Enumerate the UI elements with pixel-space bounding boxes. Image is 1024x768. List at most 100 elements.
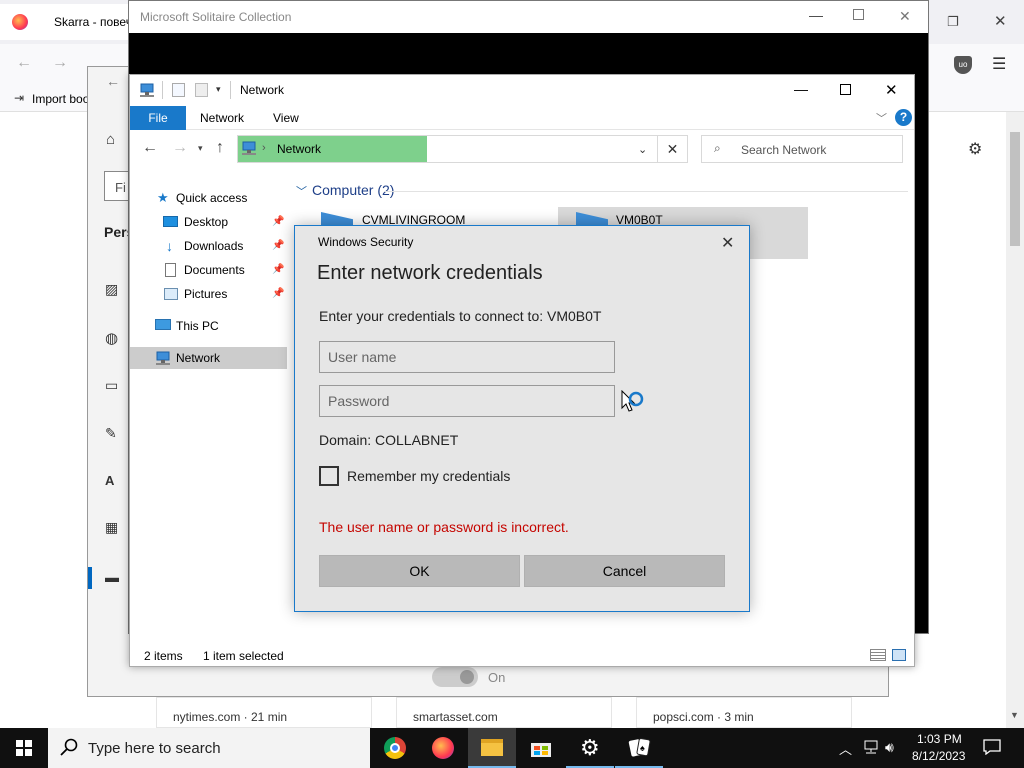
up-icon[interactable]: ↑ <box>216 139 224 157</box>
gear-icon[interactable]: ⚙ <box>968 139 982 159</box>
address-bar[interactable]: › Network ⌄ <box>237 135 658 163</box>
nav-pictures[interactable]: Pictures 📌 <box>130 283 287 305</box>
properties-icon[interactable] <box>172 83 185 97</box>
clock-time[interactable]: 1:03 PM <box>917 732 962 746</box>
network-icon[interactable] <box>863 740 879 754</box>
top-site-card[interactable]: popsci.com · 3 min <box>636 697 852 728</box>
status-bar: 2 items 1 item selected <box>130 643 914 666</box>
taskbar-search[interactable]: Type here to search <box>48 728 370 768</box>
file-explorer-button[interactable] <box>468 728 516 768</box>
close-icon[interactable]: ✕ <box>899 8 911 25</box>
details-view-icon[interactable] <box>870 649 886 661</box>
window-title: Microsoft Solitaire Collection <box>140 10 292 24</box>
scrollbar-thumb[interactable] <box>1010 132 1020 246</box>
ok-button[interactable]: OK <box>319 555 520 587</box>
close-icon[interactable]: ✕ <box>721 233 734 253</box>
tab-file[interactable]: File <box>130 106 186 130</box>
minimize-icon[interactable]: — <box>809 7 823 23</box>
start-button[interactable] <box>0 728 48 768</box>
username-field[interactable] <box>319 341 615 373</box>
toggle-switch[interactable] <box>432 667 478 687</box>
password-field[interactable] <box>319 385 615 417</box>
clear-address-button[interactable]: ✕ <box>658 135 688 163</box>
large-icons-view-icon[interactable] <box>892 649 906 661</box>
themes-icon[interactable]: ✎ <box>105 425 117 442</box>
nav-documents[interactable]: Documents 📌 <box>130 259 287 281</box>
notifications-icon[interactable] <box>983 739 1001 755</box>
palette-icon[interactable]: ◍ <box>105 329 118 347</box>
clock-date[interactable]: 8/12/2023 <box>912 749 965 763</box>
credentials-dialog: Windows Security ✕ Enter network credent… <box>294 225 750 612</box>
chevron-down-icon[interactable]: ﹀ <box>296 183 307 199</box>
nav-quick-access[interactable]: ★ Quick access <box>130 187 287 209</box>
maximize-icon[interactable] <box>840 84 851 95</box>
tab-view[interactable]: View <box>273 111 299 125</box>
maximize-icon[interactable] <box>853 9 864 20</box>
pin-icon[interactable]: 📌 <box>272 259 284 281</box>
browser-tab[interactable]: Skarra - повеч <box>0 4 132 40</box>
cards-icon: ♠ <box>628 737 652 759</box>
close-icon[interactable]: ✕ <box>885 81 898 99</box>
nav-network[interactable]: Network <box>130 347 287 369</box>
pin-icon[interactable]: 📌 <box>272 235 284 257</box>
firefox-button[interactable] <box>419 728 467 768</box>
ublock-icon[interactable]: uo <box>954 56 972 74</box>
navigation-pane: ★ Quick access Desktop 📌 ↓ Downloads 📌 D… <box>130 187 287 487</box>
expand-ribbon-icon[interactable]: ﹀ <box>876 110 887 126</box>
scrollbar[interactable]: ▼ <box>1006 112 1024 728</box>
recent-locations-icon[interactable]: ▾ <box>198 143 203 154</box>
solitaire-button[interactable]: ♠ <box>615 728 663 768</box>
volume-icon[interactable]: 🔊︎ <box>885 739 894 756</box>
browser-tab-title: Skarra - повеч <box>54 15 132 29</box>
pin-icon[interactable]: 📌 <box>272 211 284 233</box>
pin-icon[interactable]: 📌 <box>272 283 284 305</box>
forward-icon[interactable]: → <box>172 139 188 157</box>
import-bookmarks-link[interactable]: Import boo <box>32 92 89 106</box>
settings-button[interactable]: ⚙ <box>566 728 614 768</box>
store-button[interactable] <box>517 728 565 768</box>
firefox-icon <box>12 14 28 30</box>
toggle-label: On <box>488 670 506 685</box>
top-site-card[interactable]: nytimes.com · 21 min <box>156 697 372 728</box>
show-hidden-icons-icon[interactable]: ︿ <box>839 739 852 758</box>
cancel-button[interactable]: Cancel <box>524 555 725 587</box>
tab-network[interactable]: Network <box>200 111 244 125</box>
restore-icon[interactable]: ❐ <box>947 14 959 30</box>
customize-toolbar-icon[interactable]: ▾ <box>216 84 221 95</box>
search-box[interactable]: ⌕ Search Network <box>701 135 903 163</box>
remember-label[interactable]: Remember my credentials <box>347 468 510 484</box>
minimize-icon[interactable]: — <box>794 81 808 97</box>
dialog-caption: Windows Security <box>318 235 414 249</box>
help-icon[interactable]: ? <box>895 109 912 126</box>
new-folder-icon[interactable] <box>195 83 208 97</box>
remember-checkbox[interactable] <box>319 466 339 486</box>
forward-icon[interactable]: → <box>52 54 68 72</box>
image-icon[interactable]: ▨ <box>105 281 118 298</box>
scroll-down-icon[interactable]: ▼ <box>1010 710 1019 720</box>
address-text[interactable]: Network <box>277 142 321 156</box>
top-site-card[interactable]: smartasset.com <box>396 697 612 728</box>
close-icon: ✕ <box>666 141 679 157</box>
svg-text:♠: ♠ <box>640 743 645 753</box>
busy-cursor-icon <box>621 390 644 412</box>
lock-screen-icon[interactable]: ▭ <box>105 377 118 394</box>
group-header[interactable]: Computer (2) <box>312 182 394 198</box>
menu-icon[interactable]: ☰ <box>992 54 1006 74</box>
chrome-button[interactable] <box>371 728 419 768</box>
back-icon[interactable]: ← <box>106 73 120 89</box>
chevron-down-icon[interactable]: ⌄ <box>638 143 647 156</box>
top-site-label: popsci.com · 3 min <box>653 710 754 724</box>
solitaire-title-bar: Microsoft Solitaire Collection — ✕ <box>129 1 928 33</box>
fonts-icon[interactable]: A <box>105 473 114 488</box>
nav-downloads[interactable]: ↓ Downloads 📌 <box>130 235 287 257</box>
chevron-right-icon: › <box>262 142 266 154</box>
back-icon[interactable]: ← <box>142 139 158 157</box>
taskbar-settings-icon[interactable]: ▬ <box>105 569 119 585</box>
home-icon[interactable]: ⌂ <box>106 131 115 148</box>
back-icon[interactable]: ← <box>16 54 32 72</box>
nav-desktop[interactable]: Desktop 📌 <box>130 211 287 233</box>
taskbar-search-placeholder: Type here to search <box>88 740 221 757</box>
nav-this-pc[interactable]: This PC <box>130 315 287 337</box>
close-icon[interactable]: ✕ <box>994 12 1007 30</box>
start-icon[interactable]: ▦ <box>105 519 118 536</box>
